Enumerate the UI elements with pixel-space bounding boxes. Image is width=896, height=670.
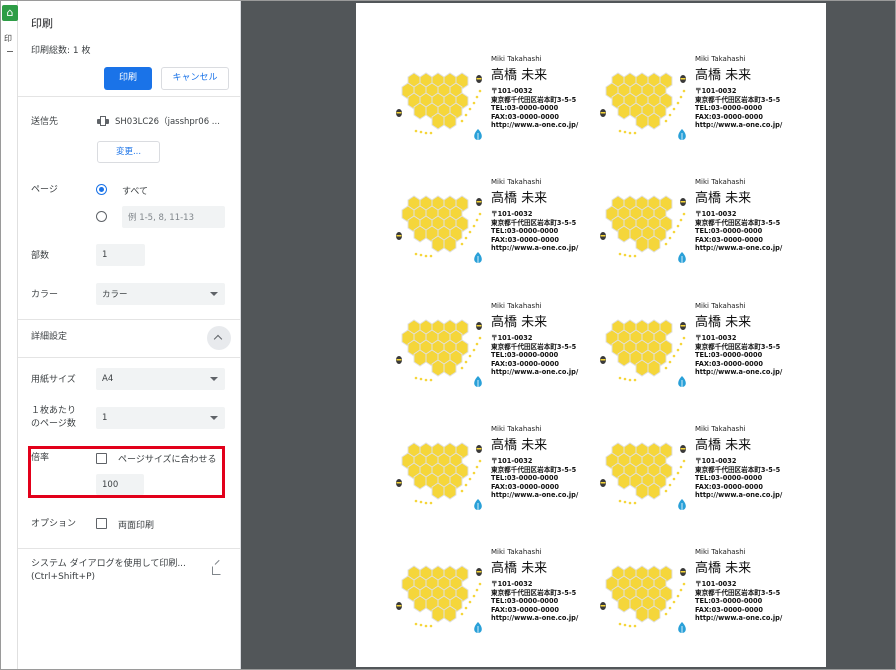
collapse-advanced-button[interactable]: [207, 326, 231, 350]
card-name-en: Miki Takahashi: [491, 548, 542, 556]
pages-all-label: すべて: [122, 187, 149, 197]
copies-input[interactable]: 1: [96, 244, 145, 266]
destination-printer: SH03LC26（jasshpr06 ...: [97, 115, 220, 127]
divider: [18, 96, 240, 97]
paper-size-select[interactable]: A4: [96, 368, 225, 390]
copies-label: 部数: [31, 251, 50, 261]
business-card: Miki Takahashi 高橋 未来 〒101-0032 東京都千代田区岩本…: [394, 425, 594, 515]
card-name-jp: 高橋 未来: [695, 438, 752, 453]
card-name-jp: 高橋 未来: [695, 315, 752, 330]
chevron-down-icon: [210, 377, 218, 381]
honeycomb-bee-illustration: [600, 442, 686, 510]
card-name-en: Miki Takahashi: [695, 302, 746, 310]
destination-label: 送信先: [31, 117, 59, 127]
card-name-en: Miki Takahashi: [695, 548, 746, 556]
business-card: Miki Takahashi 高橋 未来 〒101-0032 東京都千代田区岩本…: [598, 302, 798, 392]
dialog-title: 印刷: [31, 17, 53, 30]
card-details: 〒101-0032 東京都千代田区岩本町3-5-5 TEL:03-0000-00…: [491, 580, 579, 622]
card-name-en: Miki Takahashi: [491, 55, 542, 63]
duplex-label: 両面印刷: [118, 521, 155, 531]
pages-all-radio[interactable]: [96, 184, 107, 195]
business-card: Miki Takahashi 高橋 未来 〒101-0032 東京都千代田区岩本…: [598, 178, 798, 268]
business-card: Miki Takahashi 高橋 未来 〒101-0032 東京都千代田区岩本…: [394, 178, 594, 268]
card-name-jp: 高橋 未来: [491, 561, 548, 576]
home-icon[interactable]: ⌂: [2, 5, 18, 21]
highlight-box: [28, 446, 225, 498]
background-window: ⌂ 印: [1, 1, 18, 669]
card-name-jp: 高橋 未来: [695, 561, 752, 576]
card-name-jp: 高橋 未来: [491, 191, 548, 206]
advanced-label: 詳細設定: [31, 332, 68, 342]
print-settings-panel: 印刷 印刷総数: 1 枚 印刷 キャンセル 送信先 SH03LC26（jassh…: [18, 1, 241, 669]
printer-name: SH03LC26（jasshpr06 ...: [115, 117, 220, 127]
background-tab: 印: [4, 34, 12, 43]
card-details: 〒101-0032 東京都千代田区岩本町3-5-5 TEL:03-0000-00…: [491, 457, 579, 499]
card-details: 〒101-0032 東京都千代田区岩本町3-5-5 TEL:03-0000-00…: [695, 580, 783, 622]
pages-per-sheet-label: １枚あたり のページ数: [31, 406, 77, 429]
card-name-jp: 高橋 未来: [491, 438, 548, 453]
color-value: カラー: [102, 290, 128, 300]
card-details: 〒101-0032 東京都千代田区岩本町3-5-5 TEL:03-0000-00…: [491, 210, 579, 252]
divider: [18, 357, 240, 358]
divider: [7, 51, 13, 52]
paper-size-value: A4: [102, 374, 114, 384]
pages-custom-input[interactable]: 例 1-5, 8, 11-13: [122, 206, 225, 228]
pages-label: ページ: [31, 185, 58, 195]
honeycomb-bee-illustration: [396, 72, 482, 140]
duplex-checkbox[interactable]: [96, 518, 107, 529]
print-button[interactable]: 印刷: [104, 67, 152, 90]
divider: [18, 548, 240, 549]
honeycomb-bee-illustration: [396, 319, 482, 387]
card-name-jp: 高橋 未来: [695, 68, 752, 83]
card-details: 〒101-0032 東京都千代田区岩本町3-5-5 TEL:03-0000-00…: [695, 210, 783, 252]
business-card: Miki Takahashi 高橋 未来 〒101-0032 東京都千代田区岩本…: [394, 302, 594, 392]
honeycomb-bee-illustration: [396, 442, 482, 510]
card-name-jp: 高橋 未来: [491, 315, 548, 330]
card-name-en: Miki Takahashi: [695, 425, 746, 433]
screen: ⌂ 印 印刷 印刷総数: 1 枚 印刷 キャンセル 送信先 SH03LC26（j…: [1, 1, 895, 669]
pages-per-sheet-select[interactable]: 1: [96, 407, 225, 429]
sheet-count: 印刷総数: 1 枚: [31, 46, 91, 56]
preview-page: Miki Takahashi 高橋 未来 〒101-0032 東京都千代田区岩本…: [356, 3, 826, 667]
honeycomb-bee-illustration: [600, 72, 686, 140]
card-name-jp: 高橋 未来: [491, 68, 548, 83]
card-name-en: Miki Takahashi: [695, 55, 746, 63]
honeycomb-bee-illustration: [396, 565, 482, 633]
pages-per-sheet-value: 1: [102, 413, 108, 423]
card-name-en: Miki Takahashi: [491, 302, 542, 310]
honeycomb-bee-illustration: [396, 195, 482, 263]
change-destination-button[interactable]: 変更...: [97, 141, 160, 163]
color-label: カラー: [31, 290, 59, 300]
honeycomb-bee-illustration: [600, 565, 686, 633]
card-name-en: Miki Takahashi: [491, 178, 542, 186]
open-external-icon: [212, 566, 221, 575]
card-name-en: Miki Takahashi: [491, 425, 542, 433]
card-details: 〒101-0032 東京都千代田区岩本町3-5-5 TEL:03-0000-00…: [695, 87, 783, 129]
card-details: 〒101-0032 東京都千代田区岩本町3-5-5 TEL:03-0000-00…: [695, 334, 783, 376]
business-card: Miki Takahashi 高橋 未来 〒101-0032 東京都千代田区岩本…: [598, 548, 798, 638]
print-preview-area: Miki Takahashi 高橋 未来 〒101-0032 東京都千代田区岩本…: [241, 1, 895, 669]
card-details: 〒101-0032 東京都千代田区岩本町3-5-5 TEL:03-0000-00…: [695, 457, 783, 499]
card-details: 〒101-0032 東京都千代田区岩本町3-5-5 TEL:03-0000-00…: [491, 87, 579, 129]
honeycomb-bee-illustration: [600, 195, 686, 263]
options-label: オプション: [31, 519, 77, 529]
cancel-button[interactable]: キャンセル: [161, 67, 229, 90]
chevron-down-icon: [210, 292, 218, 296]
divider: [18, 319, 240, 320]
color-select[interactable]: カラー: [96, 283, 225, 305]
business-card: Miki Takahashi 高橋 未来 〒101-0032 東京都千代田区岩本…: [598, 425, 798, 515]
business-card: Miki Takahashi 高橋 未来 〒101-0032 東京都千代田区岩本…: [394, 55, 594, 145]
system-dialog-link[interactable]: システム ダイアログを使用して印刷... (Ctrl+Shift+P): [31, 558, 186, 584]
card-name-jp: 高橋 未来: [695, 191, 752, 206]
pages-custom-radio[interactable]: [96, 211, 107, 222]
business-card: Miki Takahashi 高橋 未来 〒101-0032 東京都千代田区岩本…: [598, 55, 798, 145]
chevron-down-icon: [210, 416, 218, 420]
card-details: 〒101-0032 東京都千代田区岩本町3-5-5 TEL:03-0000-00…: [491, 334, 579, 376]
card-name-en: Miki Takahashi: [695, 178, 746, 186]
printer-icon: [97, 116, 109, 126]
honeycomb-bee-illustration: [600, 319, 686, 387]
paper-size-label: 用紙サイズ: [31, 375, 76, 385]
business-card: Miki Takahashi 高橋 未来 〒101-0032 東京都千代田区岩本…: [394, 548, 594, 638]
